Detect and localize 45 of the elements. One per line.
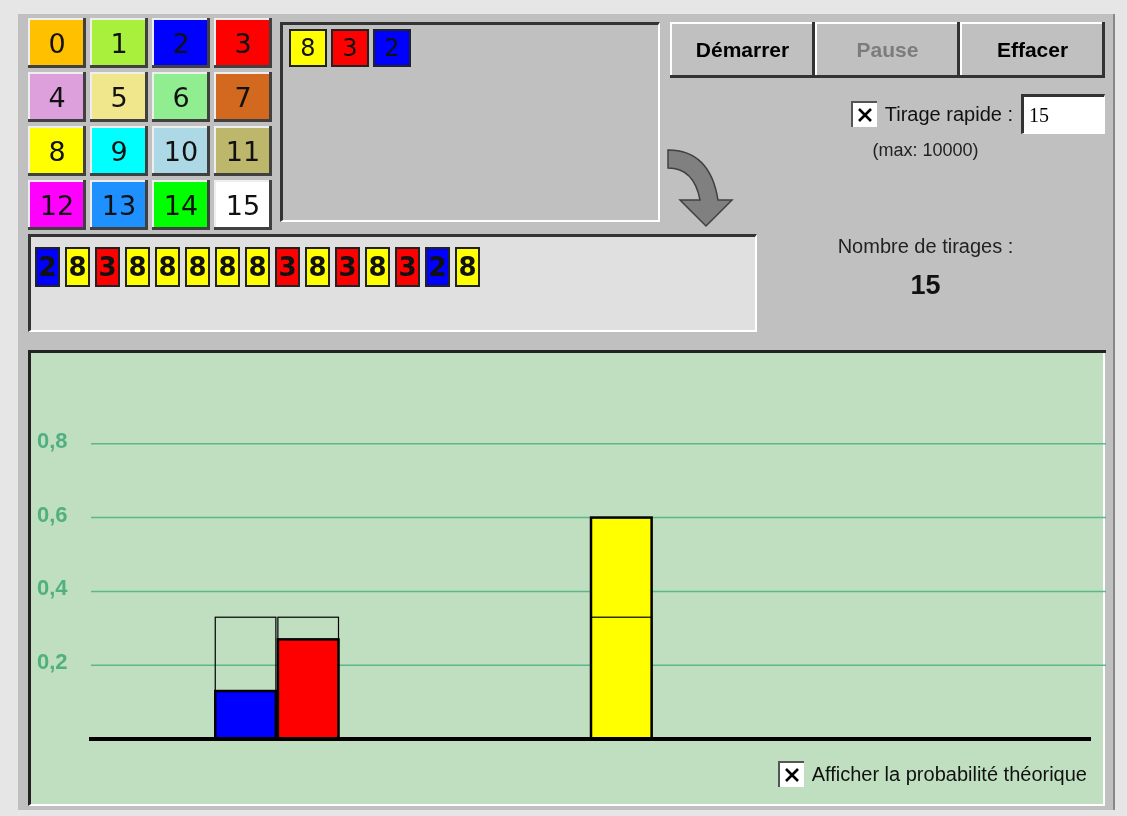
number-tile: 8 [185,247,210,287]
number-button[interactable]: 11 [214,126,272,176]
number-tile: 8 [365,247,390,287]
number-tile: 3 [275,247,300,287]
action-button[interactable]: Effacer [960,22,1105,78]
number-tile: 8 [125,247,150,287]
count-value: 15 [910,270,941,301]
number-button[interactable]: 13 [90,180,148,230]
axis-label: 0,6 [37,501,68,527]
checkbox-label: Afficher la probabilité théorique [811,762,1087,786]
checkbox-label: Tirage rapide : [884,102,1013,126]
axis-label: 0,8 [37,427,68,453]
number-tile: 8 [155,247,180,287]
input-field[interactable]: 15 [1021,94,1105,134]
number-button[interactable]: 4 [28,72,86,122]
hint-text: (max: 10000) [872,140,979,161]
number-button[interactable]: 0 [28,18,86,68]
axis-label: 0,4 [37,575,68,601]
number-tile: 8 [245,247,270,287]
number-button[interactable]: 14 [152,180,210,230]
number-tile: 3 [331,29,369,67]
number-tile: 2 [35,247,60,287]
number-tile: 3 [335,247,360,287]
number-tile: 8 [215,247,240,287]
number-button[interactable]: 3 [214,18,272,68]
number-tile: 2 [425,247,450,287]
number-tile: 8 [65,247,90,287]
number-button[interactable]: 12 [28,180,86,230]
number-button[interactable]: 1 [90,18,148,68]
number-tile: 3 [95,247,120,287]
number-button[interactable]: 15 [214,180,272,230]
number-button[interactable]: 7 [214,72,272,122]
number-button[interactable]: 6 [152,72,210,122]
count-label: Nombre de tirages : [837,235,1014,258]
action-button[interactable]: Démarrer [670,22,815,78]
number-tile: 8 [305,247,330,287]
number-button[interactable]: 9 [90,126,148,176]
number-tile: 8 [455,247,480,287]
number-button[interactable]: 8 [28,126,86,176]
number-tile: 2 [373,29,411,67]
axis-label: 0,2 [37,649,68,675]
number-tile: 3 [395,247,420,287]
number-button[interactable]: 10 [152,126,210,176]
number-button[interactable]: 5 [90,72,148,122]
number-tile: 8 [289,29,327,67]
